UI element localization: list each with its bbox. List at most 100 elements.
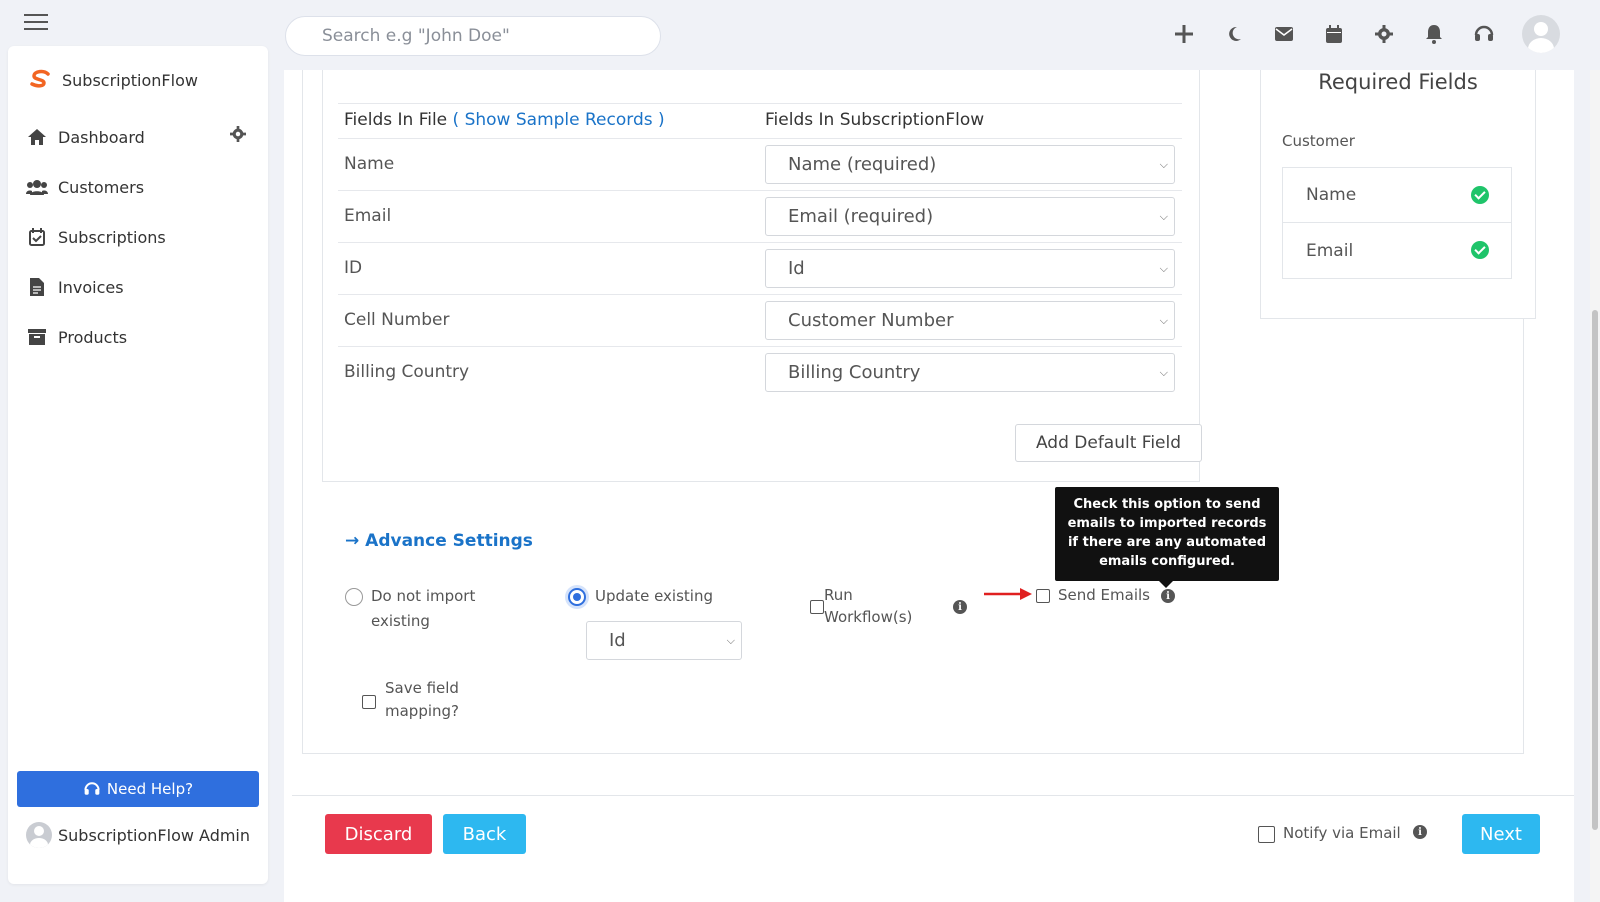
box-icon — [26, 326, 48, 348]
list-item: Name — [1283, 168, 1511, 223]
arrow-right-icon — [984, 588, 1032, 600]
gear-icon[interactable] — [230, 126, 246, 146]
sidebar-item-label: Dashboard — [58, 127, 145, 147]
update-key-select[interactable]: Id ⌵ — [586, 621, 742, 660]
menu-icon[interactable] — [24, 14, 48, 32]
mapped-field-select[interactable]: Customer Number ⌵ — [765, 301, 1175, 340]
mapping-header: Fields In File ( Show Sample Records ) F… — [338, 103, 1182, 139]
next-button[interactable]: Next — [1462, 814, 1540, 854]
notify-via-email-label: Notify via Email — [1283, 824, 1401, 842]
select-value: Email (required) — [788, 206, 934, 227]
file-field-name: Name — [344, 154, 395, 174]
sidebar-item-invoices[interactable]: Invoices — [26, 262, 256, 312]
required-fields-title: Required Fields — [1318, 70, 1478, 94]
select-value: Id — [609, 630, 626, 651]
arrow-right-icon: → — [345, 531, 360, 551]
info-icon[interactable]: i — [953, 600, 967, 614]
sidebar-item-label: Products — [58, 327, 128, 347]
do-not-import-radio[interactable] — [345, 588, 363, 606]
avatar[interactable] — [1522, 15, 1560, 53]
invoice-icon — [26, 276, 48, 298]
brand-logo-icon — [30, 69, 50, 88]
send-emails-label: Send Emails — [1058, 586, 1150, 604]
moon-icon[interactable] — [1222, 22, 1246, 46]
file-field-name: ID — [344, 258, 363, 278]
mail-icon[interactable] — [1272, 22, 1296, 46]
update-existing-radio[interactable] — [568, 588, 586, 606]
users-icon — [26, 176, 48, 198]
fields-in-file-heading: Fields In File — [344, 110, 448, 130]
headset-icon[interactable] — [1472, 22, 1496, 46]
sidebar-item-label: Invoices — [58, 277, 124, 297]
info-icon[interactable]: i — [1413, 825, 1427, 839]
update-existing-label: Update existing — [595, 587, 713, 605]
add-default-field-button[interactable]: Add Default Field — [1015, 424, 1202, 462]
mapping-row: Cell Number Customer Number ⌵ — [338, 296, 1182, 347]
required-field-name: Name — [1306, 185, 1357, 205]
advance-settings-link[interactable]: → Advance Settings — [345, 531, 533, 551]
back-button[interactable]: Back — [443, 814, 526, 854]
chevron-down-icon: ⌵ — [1159, 314, 1168, 327]
mapping-row: Name Name (required) ⌵ — [338, 140, 1182, 191]
notify-via-email-checkbox[interactable] — [1258, 826, 1275, 843]
sidebar: SubscriptionFlow Dashboard Customers Sub… — [8, 46, 268, 884]
save-field-mapping-checkbox[interactable] — [362, 695, 376, 709]
sidebar-item-subscriptions[interactable]: Subscriptions — [26, 212, 256, 262]
required-fields-list: Name Email — [1282, 167, 1512, 279]
check-circle-icon — [1471, 186, 1489, 204]
list-item: Email — [1283, 223, 1511, 278]
file-field-name: Billing Country — [344, 362, 470, 382]
send-emails-tooltip: Check this option to send emails to impo… — [1055, 487, 1279, 588]
do-not-import-label: Do not import existing — [371, 587, 476, 630]
admin-profile[interactable]: SubscriptionFlow Admin — [26, 822, 250, 848]
chevron-down-icon: ⌵ — [726, 634, 735, 647]
bell-icon[interactable] — [1422, 22, 1446, 46]
mapped-field-select[interactable]: Email (required) ⌵ — [765, 197, 1175, 236]
scrollbar-thumb[interactable] — [1592, 310, 1598, 830]
file-field-name: Cell Number — [344, 310, 450, 330]
mapping-row: ID Id ⌵ — [338, 244, 1182, 295]
chevron-down-icon: ⌵ — [1159, 366, 1168, 379]
mapped-field-select[interactable]: Name (required) ⌵ — [765, 145, 1175, 184]
search-input[interactable] — [285, 16, 661, 56]
divider — [292, 795, 1574, 796]
calendar-icon[interactable] — [1322, 22, 1346, 46]
mapping-row: Billing Country Billing Country ⌵ — [338, 348, 1182, 399]
select-value: Customer Number — [788, 310, 954, 331]
mapped-field-select[interactable]: Id ⌵ — [765, 249, 1175, 288]
plus-icon[interactable] — [1172, 22, 1196, 46]
select-value: Name (required) — [788, 154, 937, 175]
admin-name: SubscriptionFlow Admin — [58, 825, 251, 845]
need-help-button[interactable]: Need Help? — [17, 771, 259, 807]
gear-icon[interactable] — [1372, 22, 1396, 46]
sidebar-item-label: Subscriptions — [58, 227, 166, 247]
sidebar-item-label: Customers — [58, 177, 145, 197]
advance-settings-label: Advance Settings — [365, 531, 533, 551]
run-workflow-label: Run Workflow(s) — [824, 586, 913, 626]
check-circle-icon — [1471, 241, 1489, 259]
chevron-down-icon: ⌵ — [1159, 158, 1168, 171]
headset-icon — [84, 782, 100, 795]
send-emails-checkbox[interactable] — [1036, 589, 1050, 603]
fields-in-subscriptionflow-heading: Fields In SubscriptionFlow — [765, 110, 985, 130]
mapped-field-select[interactable]: Billing Country ⌵ — [765, 353, 1175, 392]
brand[interactable]: SubscriptionFlow — [28, 68, 198, 92]
run-workflow-checkbox[interactable] — [810, 600, 824, 614]
calendar-check-icon — [26, 226, 48, 248]
sidebar-item-customers[interactable]: Customers — [26, 162, 256, 212]
sidebar-item-products[interactable]: Products — [26, 312, 256, 362]
required-fields-entity: Customer — [1282, 132, 1355, 150]
show-sample-records-link[interactable]: ( Show Sample Records ) — [453, 110, 665, 130]
save-field-mapping-label: Save field mapping? — [385, 679, 460, 720]
sidebar-item-dashboard[interactable]: Dashboard — [26, 112, 256, 162]
file-field-name: Email — [344, 206, 392, 226]
select-value: Billing Country — [788, 362, 921, 383]
info-icon[interactable]: i — [1161, 589, 1175, 603]
discard-button[interactable]: Discard — [325, 814, 432, 854]
mapping-row: Email Email (required) ⌵ — [338, 192, 1182, 243]
select-value: Id — [788, 258, 805, 279]
home-icon — [26, 126, 48, 148]
scrollbar[interactable] — [1590, 70, 1600, 902]
required-field-name: Email — [1306, 240, 1354, 261]
brand-name: SubscriptionFlow — [62, 70, 198, 90]
